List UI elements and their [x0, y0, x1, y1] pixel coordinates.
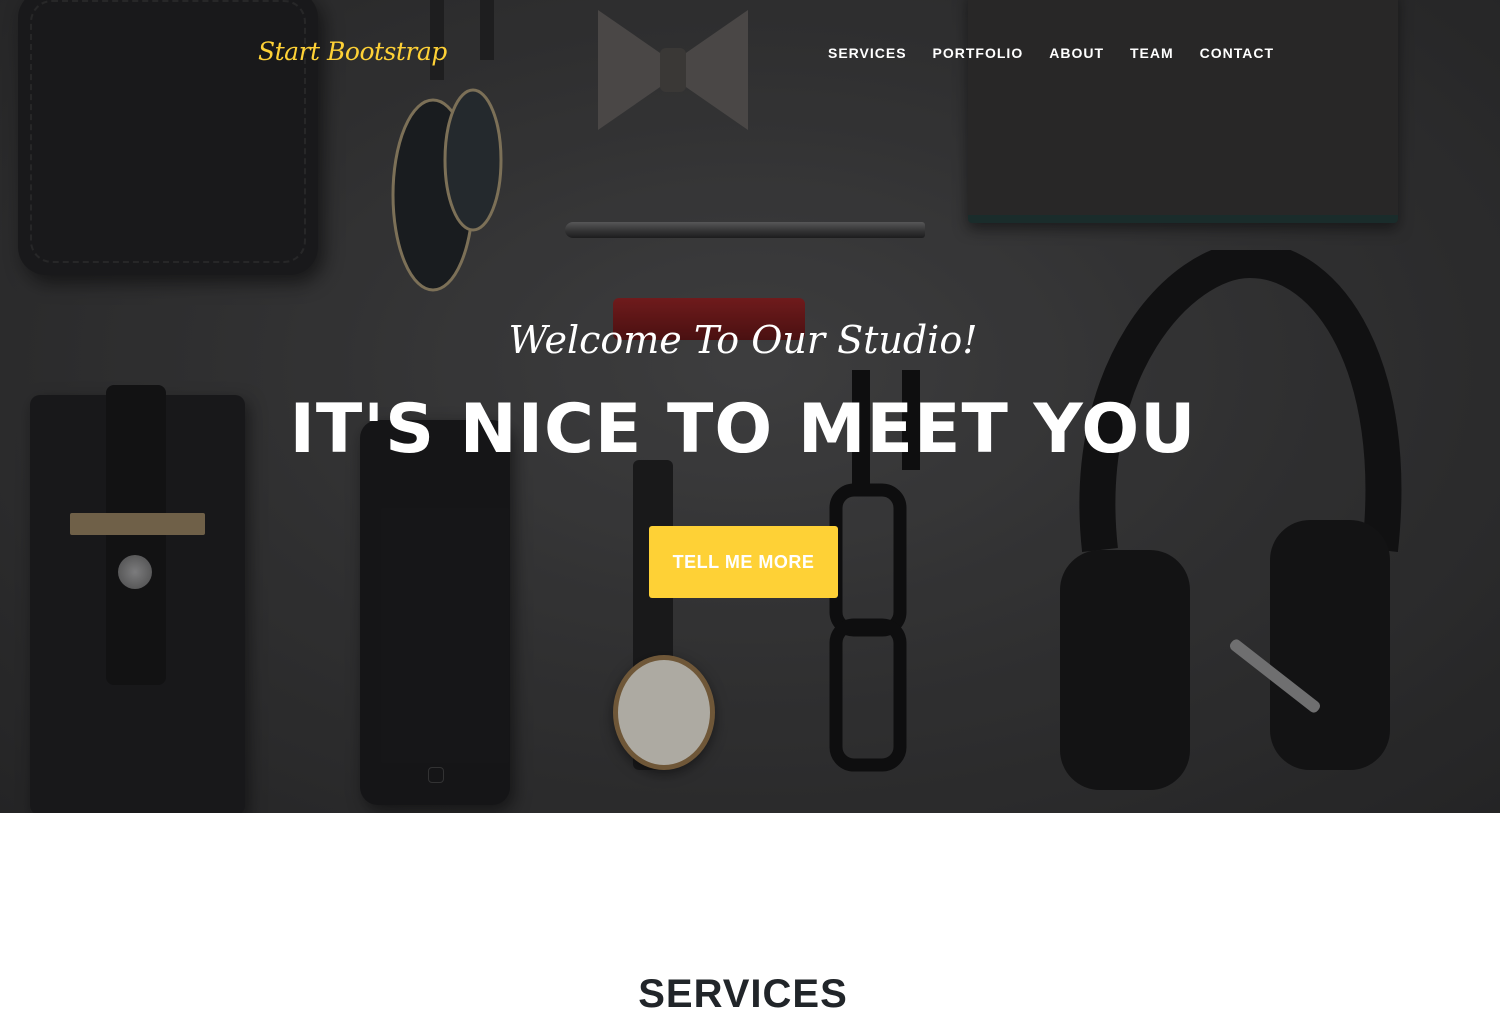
nav-item-contact[interactable]: CONTACT	[1200, 45, 1274, 61]
hero-lead-in: Welcome To Our Studio!	[508, 318, 978, 362]
nav-item-team[interactable]: TEAM	[1130, 45, 1174, 61]
tell-me-more-button[interactable]: TELL ME MORE	[649, 526, 838, 598]
nav-item-services[interactable]: SERVICES	[828, 45, 907, 61]
hero-heading: IT'S NICE TO MEET YOU	[289, 390, 1197, 469]
main-navbar: Start Bootstrap SERVICES PORTFOLIO ABOUT…	[0, 0, 1500, 110]
brand-logo[interactable]: Start Bootstrap	[258, 37, 447, 66]
services-heading: SERVICES	[638, 972, 848, 1016]
masthead: Start Bootstrap SERVICES PORTFOLIO ABOUT…	[0, 0, 1500, 813]
nav-item-about[interactable]: ABOUT	[1049, 45, 1104, 61]
nav-item-portfolio[interactable]: PORTFOLIO	[933, 45, 1024, 61]
nav-menu: SERVICES PORTFOLIO ABOUT TEAM CONTACT	[828, 45, 1300, 61]
